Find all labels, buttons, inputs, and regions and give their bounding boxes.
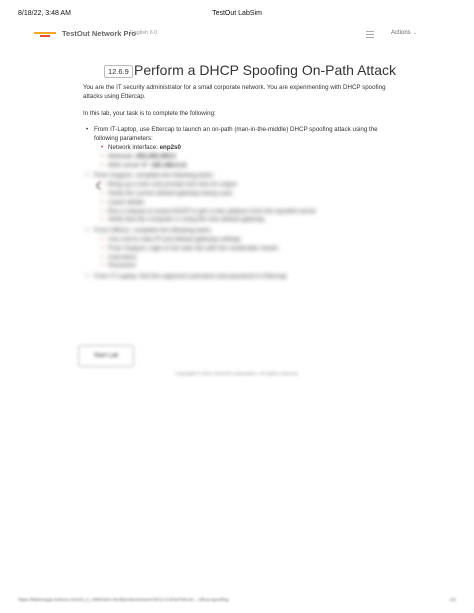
param-item: Network interface: enp2s0 bbox=[101, 143, 393, 153]
param-value: 192.168.0.11 bbox=[151, 161, 187, 169]
subtask-list: Use cmd to view IP and default gateway s… bbox=[94, 236, 393, 271]
task-item: From IT-Laptop, find the captured userna… bbox=[86, 273, 393, 282]
print-url: https://labsimapp.testout.com/v6_0_498/i… bbox=[18, 597, 229, 602]
print-page-number: 1/2 bbox=[449, 597, 456, 602]
page-title: Perform a DHCP Spoofing On-Path Attack bbox=[134, 62, 396, 78]
subtask-item: Bring up a new cmd prompt and view its o… bbox=[101, 181, 393, 190]
lab-instructions: You are the IT security administrator fo… bbox=[83, 84, 393, 284]
subtask-item: From Support, login to the web site with… bbox=[101, 245, 393, 254]
task-intro: In this lab, your task is to complete th… bbox=[83, 109, 216, 117]
subtask-list: Bring up a new cmd prompt and view its o… bbox=[94, 181, 393, 225]
subtask-item: Run a release & renew DHCP to get a new … bbox=[101, 208, 393, 217]
task-item: From Office1, complete the following tas… bbox=[86, 227, 393, 271]
subtask-item: Verify the current default gateway being… bbox=[101, 190, 393, 199]
task-text: From IT-Laptop, use Ettercap to launch a… bbox=[94, 126, 378, 143]
param-label: Netmask: bbox=[108, 152, 135, 160]
param-value: enp2s0 bbox=[159, 143, 181, 151]
subtask-item: Use cmd to view IP and default gateway s… bbox=[101, 236, 393, 245]
actions-menu-button[interactable]: Actions ⌄ bbox=[391, 30, 417, 36]
chevron-down-icon: ⌄ bbox=[412, 30, 417, 36]
subtask-item: Lease details bbox=[101, 199, 393, 208]
subtask-item: Password bbox=[101, 262, 393, 271]
start-lab-button[interactable]: Start Lab bbox=[78, 345, 134, 367]
subtask-item: Verify that the computer is using the ne… bbox=[101, 216, 393, 225]
section-number: 12.6.9 bbox=[104, 65, 133, 78]
print-header: 8/18/22, 3:48 AM TestOut LabSim bbox=[0, 8, 474, 22]
brand-name: TestOut Network Pro bbox=[62, 29, 137, 38]
task-item: From IT-Laptop, use Ettercap to launch a… bbox=[86, 126, 393, 170]
param-list: Network interface: enp2s0 Netmask: 255.2… bbox=[94, 144, 393, 170]
app-topbar: TestOut Network Pro English 6.0 Actions ⌄ bbox=[34, 26, 440, 44]
lab-title-row: 12.6.9 Perform a DHCP Spoofing On-Path A… bbox=[104, 62, 404, 82]
intro-paragraph: You are the IT security administrator fo… bbox=[83, 84, 386, 100]
param-value: 255.255.255.0 bbox=[135, 152, 176, 160]
task-list: From IT-Laptop, use Ettercap to launch a… bbox=[83, 126, 393, 282]
edition-label: English 6.0 bbox=[130, 30, 158, 36]
testout-logo-icon bbox=[34, 30, 56, 38]
print-footer: https://labsimapp.testout.com/v6_0_498/i… bbox=[0, 597, 474, 607]
task-item: From Support, complete the following tas… bbox=[86, 172, 393, 225]
task-text: From Office1, complete the following tas… bbox=[94, 227, 213, 235]
actions-label: Actions bbox=[391, 30, 411, 36]
param-item: DNS server IP: 192.168.0.11 bbox=[101, 161, 393, 171]
param-label: DNS server IP: bbox=[108, 161, 150, 169]
param-label: Network interface: bbox=[108, 143, 158, 151]
task-text: From Support, complete the following tas… bbox=[94, 172, 215, 180]
print-page-title: TestOut LabSim bbox=[212, 10, 262, 17]
param-item: Netmask: 255.255.255.0 bbox=[101, 152, 393, 162]
task-text: From IT-Laptop, find the captured userna… bbox=[94, 273, 287, 281]
copyright-text: Copyright © 2022 TestOut Corporation. Al… bbox=[175, 372, 299, 377]
chevron-left-icon[interactable]: ‹ bbox=[95, 174, 102, 197]
list-menu-icon[interactable] bbox=[366, 29, 374, 38]
subtask-item: Username bbox=[101, 254, 393, 263]
